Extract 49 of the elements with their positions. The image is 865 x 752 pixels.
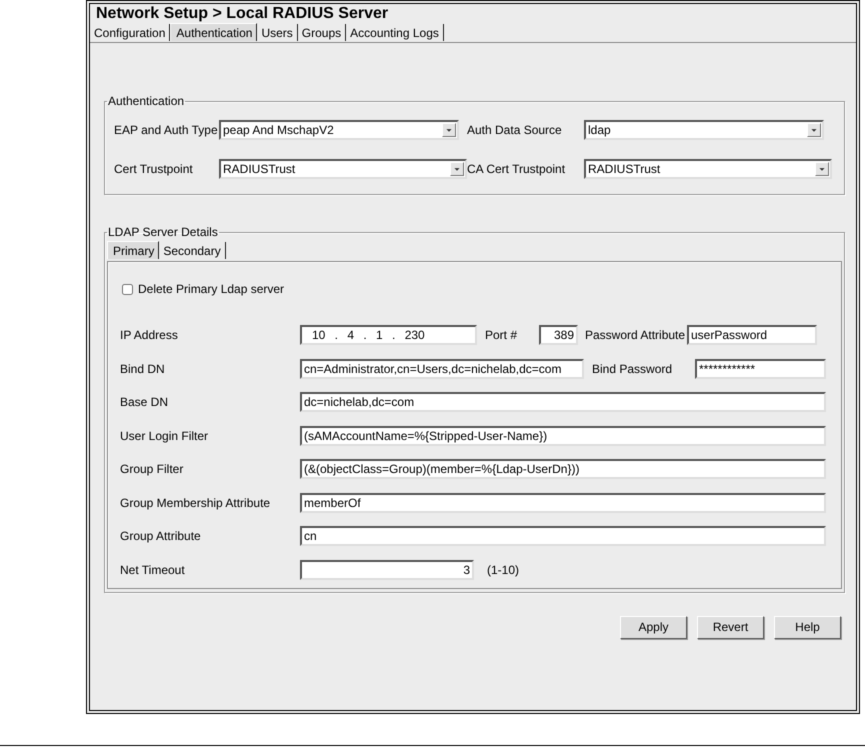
- dropdown[interactable]: peap And MschapV2: [219, 120, 459, 140]
- dropdown[interactable]: ldap: [584, 120, 824, 140]
- dropdown[interactable]: RADIUSTrust: [584, 159, 832, 179]
- field-label: IP Address: [120, 328, 179, 342]
- input-field[interactable]: cn: [300, 526, 826, 546]
- dropdown[interactable]: RADIUSTrust: [219, 159, 467, 179]
- field-label: Group Membership Attribute: [120, 496, 272, 510]
- field-label: CA Cert Trustpoint: [467, 162, 566, 176]
- tab[interactable]: Secondary: [159, 242, 226, 259]
- input-field[interactable]: 3: [300, 560, 474, 580]
- checkbox[interactable]: [122, 284, 133, 294]
- dialog-button[interactable]: Apply: [620, 616, 687, 638]
- input-field[interactable]: dc=nichelab,dc=com: [300, 392, 826, 412]
- field-label: Bind DN: [120, 362, 166, 376]
- field-label: Base DN: [120, 395, 170, 409]
- window-title: Network Setup > Local RADIUS Server: [95, 4, 390, 23]
- caret-icon: [807, 123, 821, 137]
- tab[interactable]: Primary: [107, 241, 160, 259]
- group-title: LDAP Server Details: [107, 225, 219, 239]
- input-field[interactable]: cn=Administrator,cn=Users,dc=nichelab,dc=com: [300, 358, 584, 378]
- tab[interactable]: Users: [257, 24, 298, 41]
- field-label: Port #: [485, 328, 518, 342]
- caret-icon: [450, 162, 464, 176]
- field-label: Group Filter: [120, 462, 184, 476]
- checkbox-label: Delete Primary Ldap server: [138, 282, 284, 296]
- tab[interactable]: Authentication: [170, 23, 258, 41]
- tab[interactable]: Accounting Logs: [346, 24, 444, 41]
- field-label: EAP and Auth Type: [114, 123, 219, 137]
- field-label: Net Timeout: [120, 562, 186, 576]
- input-field[interactable]: userPassword: [687, 325, 817, 345]
- input-field[interactable]: (sAMAccountName=%{Stripped-User-Name}): [300, 426, 826, 446]
- input-field[interactable]: memberOf: [300, 492, 826, 512]
- dialog-button[interactable]: Revert: [697, 616, 764, 638]
- input-field[interactable]: 10 . 4 . 1 . 230: [300, 325, 477, 345]
- input-field[interactable]: 389: [539, 325, 578, 345]
- field-label: Cert Trustpoint: [114, 162, 194, 176]
- password-field[interactable]: ************: [695, 358, 826, 378]
- field-label: Bind Password: [592, 362, 674, 376]
- dialog-button[interactable]: Help: [774, 616, 841, 638]
- range-hint: (1-10): [487, 562, 520, 576]
- caret-icon: [815, 162, 829, 176]
- tab[interactable]: Groups: [298, 24, 346, 41]
- caret-icon: [442, 123, 456, 137]
- input-field[interactable]: (&(objectClass=Group)(member=%{Ldap-UserDn})): [300, 459, 826, 479]
- field-label: User Login Filter: [120, 428, 210, 442]
- field-label: Password Attribute: [585, 328, 686, 342]
- field-label: Auth Data Source: [467, 123, 563, 137]
- group-title: Authentication: [107, 94, 186, 108]
- field-label: Group Attribute: [120, 529, 202, 543]
